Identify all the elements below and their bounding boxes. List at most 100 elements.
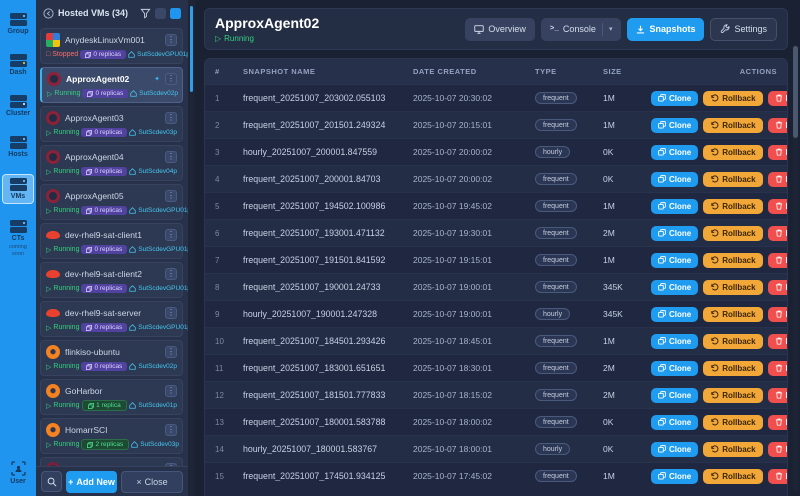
sidebar-item-dash[interactable]: Dash bbox=[2, 51, 34, 79]
delete-button[interactable]: Delete bbox=[768, 388, 788, 403]
rollback-button[interactable]: Rollback bbox=[703, 226, 762, 241]
delete-button[interactable]: Delete bbox=[768, 415, 788, 430]
tab-snapshots[interactable]: Snapshots bbox=[627, 18, 704, 41]
clone-button[interactable]: Clone bbox=[651, 469, 698, 484]
kebab-menu-icon[interactable]: ⋮ bbox=[165, 73, 177, 85]
clone-button[interactable]: Clone bbox=[651, 145, 698, 160]
rollback-button[interactable]: Rollback bbox=[703, 145, 762, 160]
rollback-button[interactable]: Rollback bbox=[703, 172, 762, 187]
clone-button[interactable]: Clone bbox=[651, 442, 698, 457]
rollback-button[interactable]: Rollback bbox=[703, 199, 762, 214]
clone-button[interactable]: Clone bbox=[651, 253, 698, 268]
vm-host-link[interactable]: SutScdevGPU01p bbox=[129, 246, 188, 253]
rollback-button[interactable]: Rollback bbox=[703, 469, 762, 484]
kebab-menu-icon[interactable]: ⋮ bbox=[165, 385, 177, 397]
vm-list-item[interactable]: dev-rhel9-sat-server ✦ ⋮ ▷ □ Running 0 r… bbox=[40, 301, 183, 337]
rollback-button[interactable]: Rollback bbox=[703, 118, 762, 133]
vm-host-link[interactable]: SutScdevGPU01p bbox=[129, 324, 188, 331]
vm-list-item[interactable]: ApproxAgent04 ✦ ⋮ ▷ □ Running 0 replicas bbox=[40, 145, 183, 181]
clone-button[interactable]: Clone bbox=[651, 199, 698, 214]
rollback-button[interactable]: Rollback bbox=[703, 442, 762, 457]
kebab-menu-icon[interactable]: ⋮ bbox=[165, 424, 177, 436]
rollback-button[interactable]: Rollback bbox=[703, 91, 762, 106]
clone-button[interactable]: Clone bbox=[651, 415, 698, 430]
vm-list-scrollbar-thumb[interactable] bbox=[190, 6, 193, 92]
vm-list-item[interactable]: ApproxAgent02 ✦ ⋮ ▷ □ Running 0 replicas bbox=[40, 67, 183, 103]
clone-button[interactable]: Clone bbox=[651, 172, 698, 187]
list-view-toggle[interactable] bbox=[170, 8, 181, 19]
clone-button[interactable]: Clone bbox=[651, 280, 698, 295]
close-list-button[interactable]: × Close bbox=[121, 471, 183, 493]
delete-button[interactable]: Delete bbox=[768, 199, 788, 214]
clone-button[interactable]: Clone bbox=[651, 388, 698, 403]
vm-list-item[interactable]: ApproxAgent05 ✦ ⋮ ▷ □ Running 0 replicas bbox=[40, 184, 183, 220]
sidebar-item-cluster[interactable]: Cluster bbox=[2, 92, 34, 120]
delete-button[interactable]: Delete bbox=[768, 226, 788, 241]
rollback-button[interactable]: Rollback bbox=[703, 388, 762, 403]
delete-button[interactable]: Delete bbox=[768, 307, 788, 322]
kebab-menu-icon[interactable]: ⋮ bbox=[165, 268, 177, 280]
vm-list-item[interactable]: flinkiso-ubuntu ✦ ⋮ ▷ □ Running 0 replic… bbox=[40, 340, 183, 376]
vm-list-item[interactable]: ApproxAgent03 ✦ ⋮ ▷ □ Running 0 replicas bbox=[40, 106, 183, 142]
delete-button[interactable]: Delete bbox=[768, 442, 788, 457]
kebab-menu-icon[interactable]: ⋮ bbox=[165, 112, 177, 124]
kebab-menu-icon[interactable]: ⋮ bbox=[165, 229, 177, 241]
sidebar-item-group[interactable]: Group bbox=[2, 10, 34, 38]
clone-button[interactable]: Clone bbox=[651, 226, 698, 241]
clone-button[interactable]: Clone bbox=[651, 91, 698, 106]
vm-host-link[interactable]: SutScdevGPU01p bbox=[129, 207, 188, 214]
delete-button[interactable]: Delete bbox=[768, 145, 788, 160]
rollback-button[interactable]: Rollback bbox=[703, 307, 762, 322]
kebab-menu-icon[interactable]: ⋮ bbox=[165, 190, 177, 202]
vm-host-link[interactable]: SutScdev01p bbox=[129, 402, 177, 409]
tab-console[interactable]: >_ Console ▾ bbox=[541, 18, 622, 41]
delete-button[interactable]: Delete bbox=[768, 91, 788, 106]
rollback-button[interactable]: Rollback bbox=[703, 253, 762, 268]
vm-list-item[interactable]: dev-rhel9-sat-client1 ✦ ⋮ ▷ □ Running 0 … bbox=[40, 223, 183, 259]
clone-button[interactable]: Clone bbox=[651, 361, 698, 376]
rollback-button[interactable]: Rollback bbox=[703, 334, 762, 349]
vm-list-item[interactable]: AnydeskLinuxVm001 ✦ ⋮ ▷ □ Stopped 0 repl… bbox=[40, 28, 183, 64]
kebab-menu-icon[interactable]: ⋮ bbox=[165, 34, 177, 46]
filter-icon[interactable] bbox=[140, 8, 151, 19]
vm-host-link[interactable]: SutScdevGPU01p bbox=[128, 51, 188, 58]
clone-button[interactable]: Clone bbox=[651, 334, 698, 349]
vm-list-scrollbar[interactable] bbox=[188, 0, 195, 496]
vm-host-link[interactable]: SutScdev02p bbox=[129, 363, 177, 370]
sidebar-item-cts[interactable]: CTs coming soon bbox=[2, 217, 34, 260]
clone-button[interactable]: Clone bbox=[651, 118, 698, 133]
vm-list-item[interactable]: GoHarbor ✦ ⋮ ▷ □ Running 1 replica bbox=[40, 379, 183, 415]
vm-host-link[interactable]: SutScdev03p bbox=[131, 441, 179, 448]
tab-overview[interactable]: Overview bbox=[465, 18, 535, 41]
tab-settings[interactable]: Settings bbox=[710, 18, 777, 41]
rollback-button[interactable]: Rollback bbox=[703, 361, 762, 376]
delete-button[interactable]: Delete bbox=[768, 280, 788, 295]
search-button[interactable] bbox=[41, 471, 62, 492]
vm-host-link[interactable]: SutScdev03p bbox=[129, 129, 177, 136]
delete-button[interactable]: Delete bbox=[768, 172, 788, 187]
delete-button[interactable]: Delete bbox=[768, 334, 788, 349]
sidebar-item-vms[interactable]: VMs bbox=[2, 174, 34, 204]
vm-list-item[interactable]: dev-rhel9-sat-client2 ✦ ⋮ ▷ □ Running 0 … bbox=[40, 262, 183, 298]
delete-button[interactable]: Delete bbox=[768, 469, 788, 484]
vm-host-link[interactable]: SutScdev04p bbox=[129, 168, 177, 175]
delete-button[interactable]: Delete bbox=[768, 361, 788, 376]
vm-list-item[interactable]: HomarrSCI ✦ ⋮ ▷ □ Running 2 replicas bbox=[40, 418, 183, 454]
delete-button[interactable]: Delete bbox=[768, 253, 788, 268]
main-scrollbar[interactable] bbox=[793, 44, 798, 492]
kebab-menu-icon[interactable]: ⋮ bbox=[165, 151, 177, 163]
clone-button[interactable]: Clone bbox=[651, 307, 698, 322]
sidebar-item-hosts[interactable]: Hosts bbox=[2, 133, 34, 161]
vm-host-link[interactable]: SutScdev02p bbox=[130, 90, 178, 97]
grid-view-toggle[interactable] bbox=[155, 8, 166, 19]
rollback-button[interactable]: Rollback bbox=[703, 415, 762, 430]
kebab-menu-icon[interactable]: ⋮ bbox=[165, 346, 177, 358]
delete-button[interactable]: Delete bbox=[768, 118, 788, 133]
chevron-down-icon[interactable]: ▾ bbox=[609, 25, 613, 33]
add-new-button[interactable]: + Add New bbox=[66, 471, 117, 493]
rollback-button[interactable]: Rollback bbox=[703, 280, 762, 295]
main-scrollbar-thumb[interactable] bbox=[793, 46, 798, 138]
collapse-circle-icon[interactable] bbox=[43, 8, 54, 19]
sidebar-item-user[interactable]: User bbox=[2, 458, 34, 488]
kebab-menu-icon[interactable]: ⋮ bbox=[165, 307, 177, 319]
